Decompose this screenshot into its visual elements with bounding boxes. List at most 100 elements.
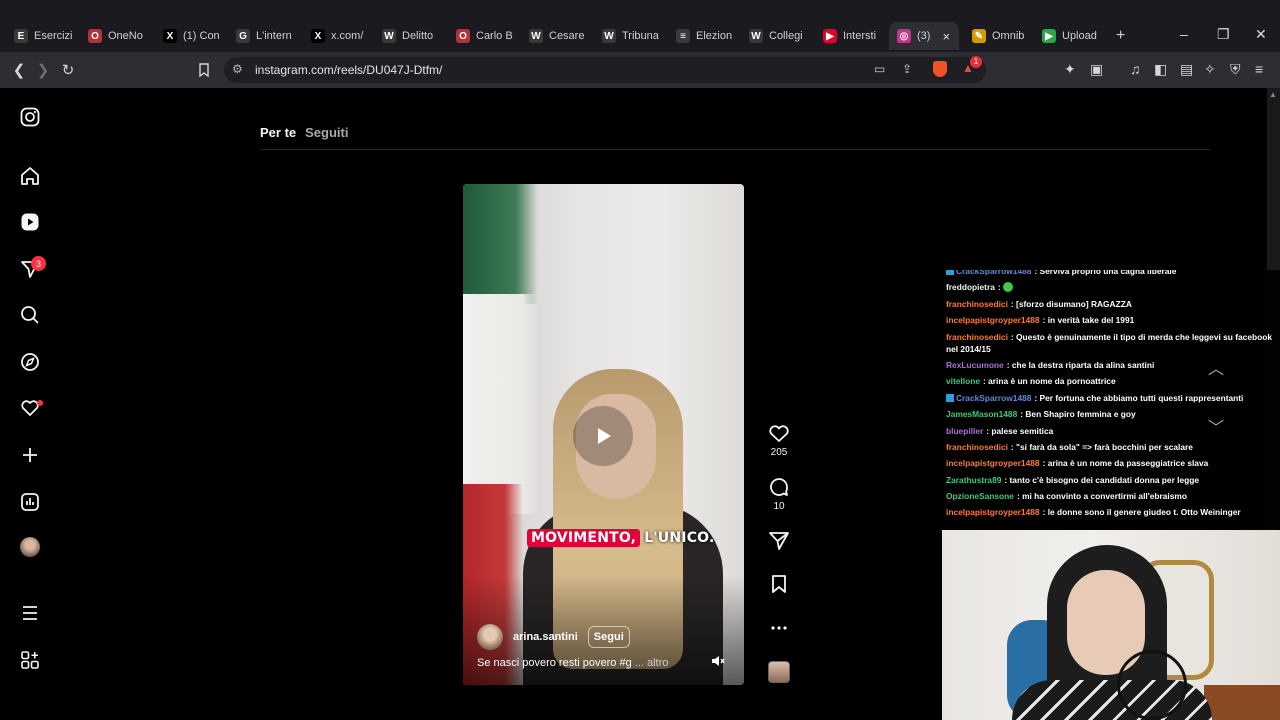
reel-description: Se nasci povero resti povero #g ... altr… — [477, 657, 668, 669]
author-name[interactable]: arina.santini — [513, 631, 578, 643]
more-menu-icon[interactable] — [18, 601, 42, 625]
browser-tab[interactable]: ◎ (3) × — [889, 22, 959, 50]
tab-for-you[interactable]: Per te — [260, 125, 296, 140]
chat-username: OpzioneSansone — [946, 491, 1014, 502]
chat-text: Per fortuna che abbiamo tutti questi rap… — [1039, 392, 1244, 403]
browser-tab[interactable]: W Tribuna — [594, 22, 662, 50]
browser-tab[interactable]: ≡ Elezion — [668, 22, 736, 50]
more-link[interactable]: ... altro — [635, 657, 669, 669]
chevron-up-icon[interactable]: ︿ — [1208, 355, 1224, 379]
chat-message: franchinosedici: [sforzo disumano] RAGAZ… — [946, 298, 1276, 310]
tab-label: Intersti — [843, 30, 877, 42]
browser-tab[interactable]: X (1) Con — [155, 22, 223, 50]
like-action: 205 — [767, 423, 791, 458]
muted-icon[interactable] — [711, 654, 725, 671]
chat-message: freddopietra: — [946, 281, 1276, 293]
browser-tab[interactable]: E Esercizi — [6, 22, 74, 50]
reels-icon[interactable] — [18, 210, 42, 234]
brave-shield-icon[interactable] — [933, 61, 947, 77]
explore-icon[interactable] — [18, 350, 42, 374]
audio-thumbnail[interactable] — [768, 661, 790, 683]
microphone-icon — [1117, 650, 1187, 720]
browser-tab[interactable]: ▶ Intersti — [815, 22, 885, 50]
chat-text: mi ha convinto a convertirmi all'ebraism… — [1022, 491, 1187, 502]
more-options-action — [767, 618, 791, 638]
share-icon[interactable]: ⇪ — [902, 62, 912, 76]
chat-text: tanto c'è bisogno dei candidati donna pe… — [1009, 474, 1200, 485]
chat-message: RexLucumone: che la destra riparta da al… — [946, 359, 1276, 371]
tab-label: (3) — [917, 30, 931, 42]
new-tab-button[interactable]: + — [1108, 22, 1133, 50]
wallet-icon[interactable]: ▤ — [1180, 61, 1193, 78]
profile-avatar[interactable] — [18, 535, 42, 559]
tab-label: Esercizi — [34, 30, 73, 42]
leo-ai-icon[interactable]: ✧ — [1204, 61, 1216, 78]
create-icon[interactable] — [18, 443, 42, 467]
media-icon[interactable]: ♫ — [1130, 61, 1141, 77]
more-options-icon[interactable] — [768, 618, 790, 638]
notification-dot — [37, 400, 43, 406]
also-from-meta-icon[interactable] — [18, 648, 42, 672]
browser-toolbar: ❮ ❯ ↻ ⚙ instagram.com/reels/DU047J-Dtfm/… — [0, 52, 1280, 88]
menu-icon[interactable]: ≡ — [1255, 61, 1263, 77]
cast-icon[interactable]: ▭ — [874, 62, 885, 76]
dashboard-icon[interactable] — [18, 490, 42, 514]
browser-tab[interactable]: W Delitto — [374, 22, 442, 50]
comment-icon[interactable] — [768, 477, 790, 497]
bookmark-icon[interactable] — [193, 59, 215, 81]
screenshot-icon[interactable]: ▣ — [1090, 61, 1103, 78]
search-icon[interactable] — [18, 303, 42, 327]
browser-tab[interactable]: O OneNo — [80, 22, 150, 50]
tab-label: x.com/ — [331, 30, 364, 42]
browser-tab[interactable]: O Carlo B — [448, 22, 516, 50]
follow-button[interactable]: Segui — [587, 626, 630, 648]
browser-tab[interactable]: Xx.com/ — [303, 22, 369, 50]
site-settings-icon[interactable]: ⚙ — [232, 62, 243, 76]
webcam-dresser — [1204, 685, 1280, 720]
chat-username: bluepiller — [946, 425, 984, 436]
reel-video[interactable]: MOVIMENTO, L'UNICO. arina.santini Segui … — [463, 184, 744, 685]
chat-text: arina è un nome da passeggiatrice slava — [1047, 458, 1209, 469]
browser-tab[interactable]: W Collegi — [741, 22, 809, 50]
chevron-down-icon[interactable]: ﹀ — [1208, 414, 1224, 438]
chat-username: Zarathustra89 — [946, 474, 1002, 485]
comment-action: 10 — [767, 477, 791, 512]
chat-text: palese semitica — [991, 425, 1054, 436]
forward-icon[interactable]: ❯ — [32, 59, 54, 81]
webcam-overlay — [942, 530, 1280, 720]
save-icon[interactable] — [768, 574, 790, 594]
close-window-icon[interactable]: ✕ — [1255, 26, 1267, 43]
browser-tab[interactable]: ▶ Upload — [1034, 22, 1100, 50]
stream-chat-overlay: CrackSparrow1488: Serviva proprio una ca… — [942, 270, 1280, 530]
reload-icon[interactable]: ↻ — [57, 59, 79, 81]
chat-message: OpzioneSansone: mi ha convinto a convert… — [946, 490, 1276, 502]
sidebar-icon[interactable]: ◧ — [1154, 61, 1167, 78]
chat-text: "si farà da sola" => farà bocchini per s… — [1016, 441, 1193, 452]
close-tab-icon[interactable]: × — [942, 29, 950, 44]
minimize-icon[interactable]: – — [1180, 26, 1188, 42]
instagram-logo-icon[interactable] — [18, 105, 42, 129]
chat-message: Zarathustra89: tanto c'è bisogno dei can… — [946, 474, 1276, 486]
vpn-icon[interactable]: ⛨ — [1230, 61, 1241, 78]
tab-label: Elezion — [696, 30, 733, 42]
chat-username: incelpapistgroyper1488 — [946, 458, 1040, 469]
home-icon[interactable] — [18, 164, 42, 188]
address-bar[interactable]: ⚙ instagram.com/reels/DU047J-Dtfm/ ▭ ⇪ ▲… — [224, 56, 986, 83]
like-count: 205 — [770, 447, 788, 458]
maximize-icon[interactable]: ❐ — [1217, 26, 1230, 43]
browser-tab[interactable]: ✎ Omnib — [964, 22, 1030, 50]
reel-author: arina.santini Segui — [477, 624, 630, 650]
share-icon[interactable] — [768, 531, 790, 551]
scroll-up-icon[interactable]: ▲ — [1269, 90, 1277, 99]
tab-favicon-icon: X — [163, 29, 177, 43]
play-icon[interactable] — [573, 406, 633, 466]
tab-following[interactable]: Seguiti — [305, 125, 348, 140]
extensions-icon[interactable]: ✦ — [1064, 61, 1076, 78]
tab-label: Tribuna — [622, 30, 659, 42]
like-icon[interactable] — [768, 423, 790, 443]
browser-tab[interactable]: W Cesare — [521, 22, 589, 50]
author-avatar[interactable] — [477, 624, 503, 650]
tab-favicon-icon: W — [382, 29, 396, 43]
back-icon[interactable]: ❮ — [8, 59, 30, 81]
browser-tab[interactable]: G L'intern — [228, 22, 298, 50]
